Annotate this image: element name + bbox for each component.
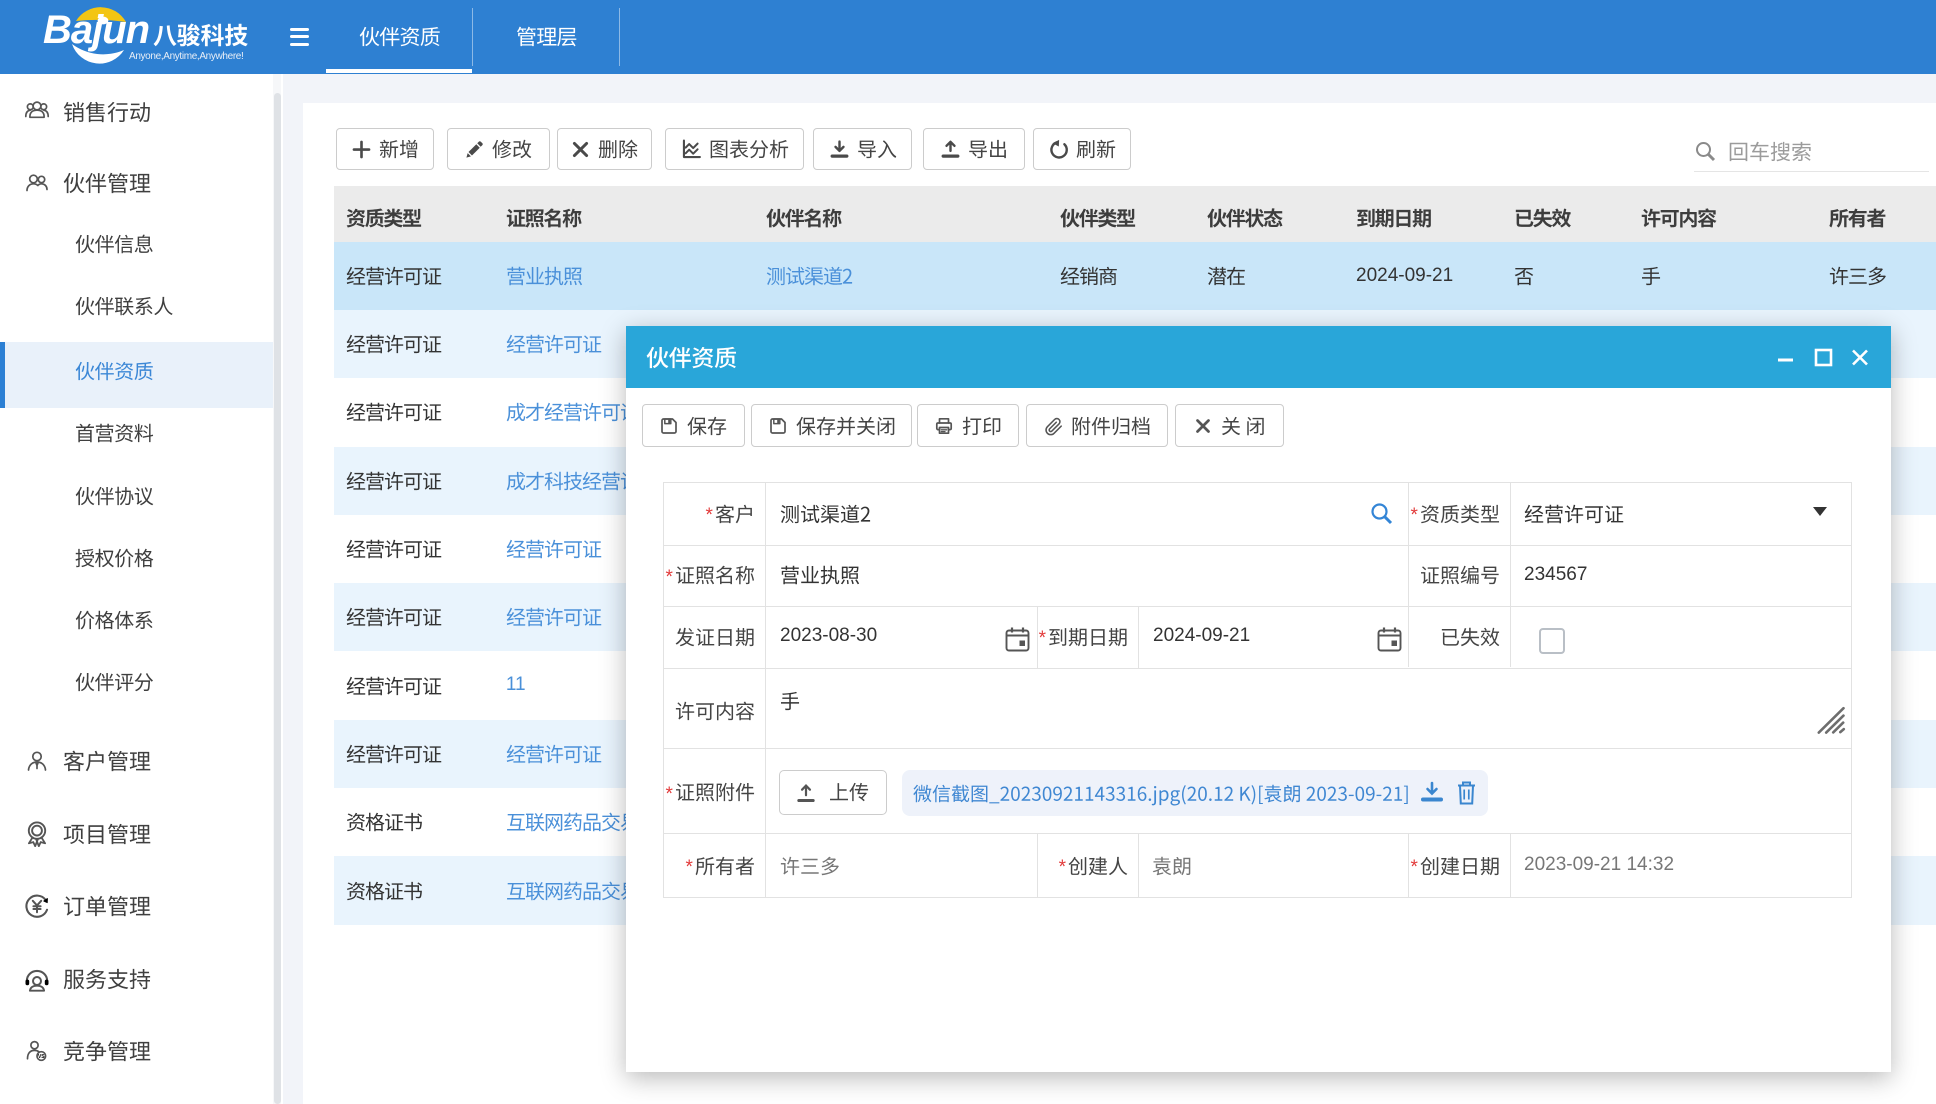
svg-text:VS: VS — [38, 1054, 45, 1060]
